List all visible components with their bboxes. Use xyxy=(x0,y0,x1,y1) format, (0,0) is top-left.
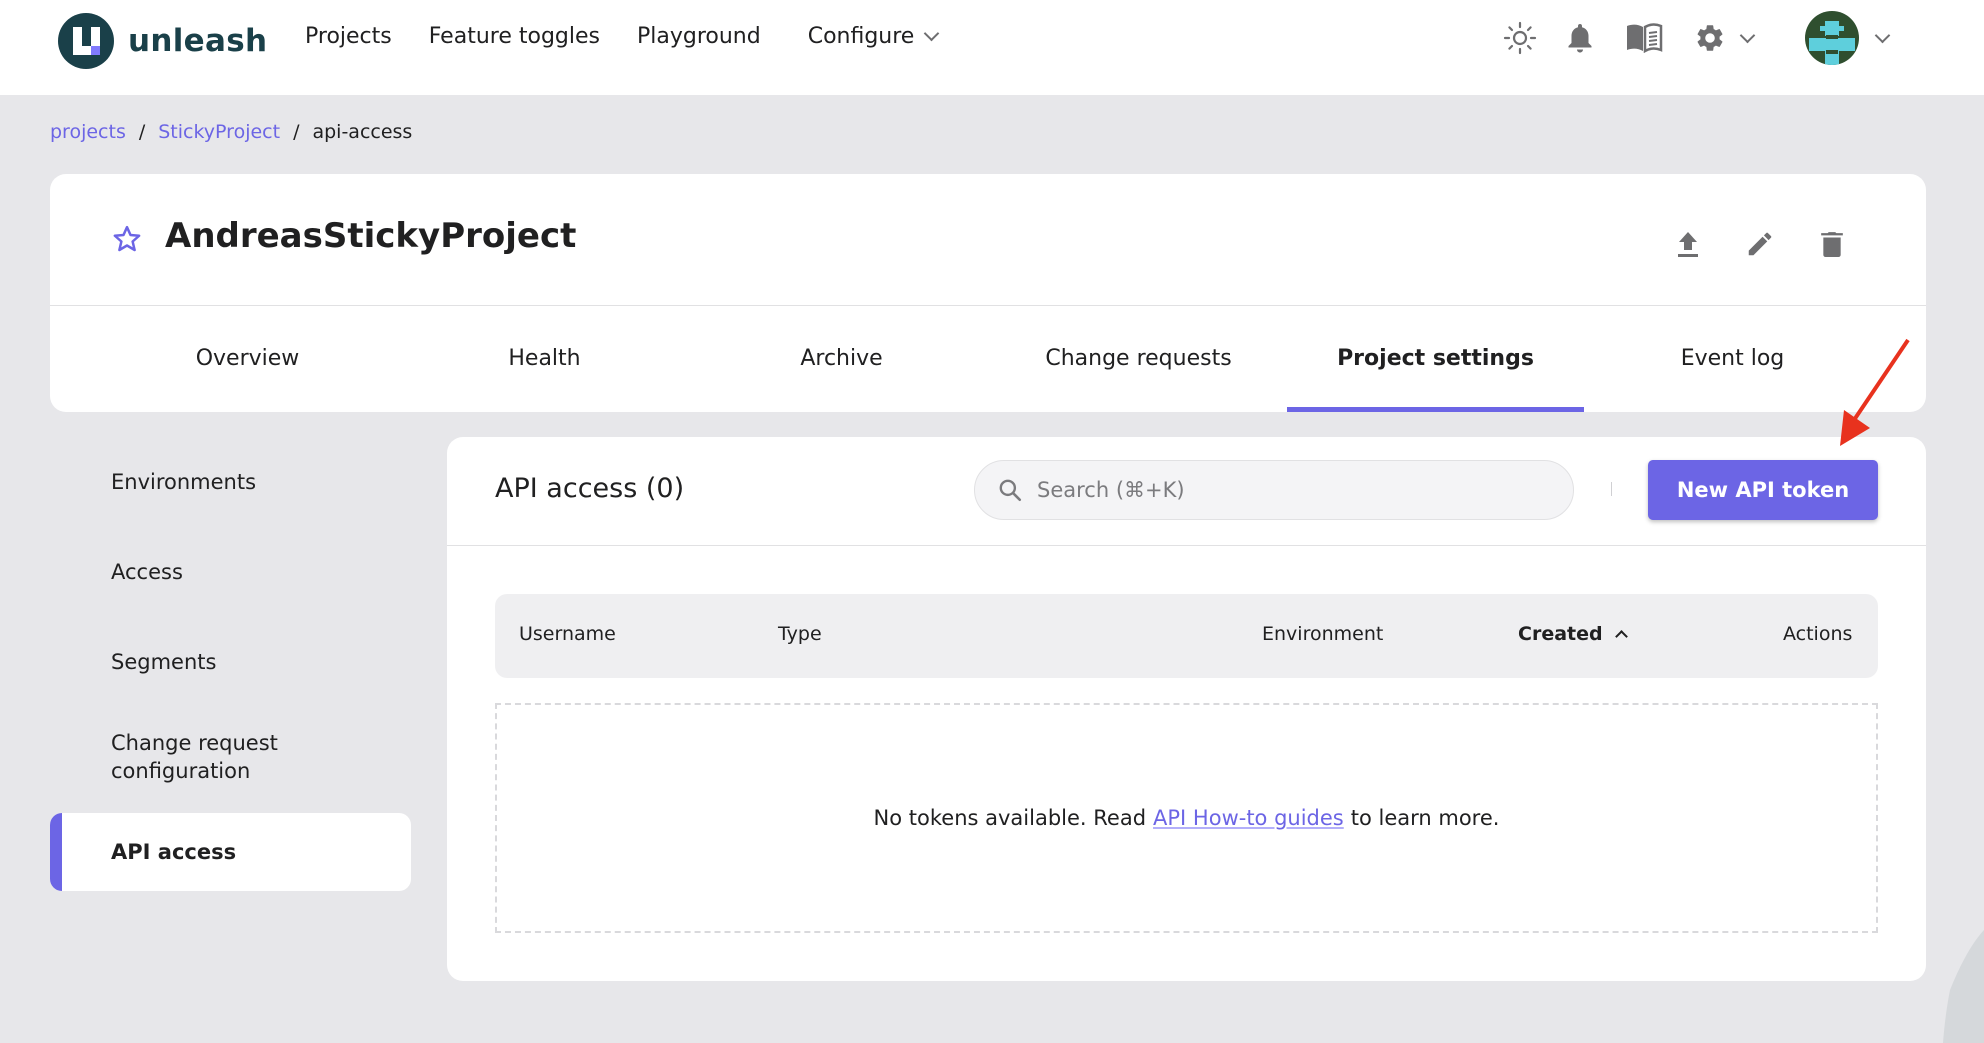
project-actions xyxy=(1638,222,1854,266)
breadcrumb-separator: / xyxy=(293,121,300,143)
nav-configure-label: Configure xyxy=(807,24,915,49)
chevron-down-icon xyxy=(1874,27,1891,43)
sidebar-item-change-request-configuration[interactable]: Change request configuration xyxy=(50,707,350,807)
api-how-to-guides-link[interactable]: API How-to guides xyxy=(1153,806,1344,830)
tab-overview[interactable]: Overview xyxy=(99,306,396,412)
sidebar-item-environments[interactable]: Environments xyxy=(50,437,411,527)
nav-configure[interactable]: Configure xyxy=(807,24,940,49)
tab-health[interactable]: Health xyxy=(396,306,693,412)
breadcrumb: projects / StickyProject / api-access xyxy=(50,121,412,143)
nav-playground[interactable]: Playground xyxy=(637,24,761,49)
unleash-logo[interactable]: unleash xyxy=(58,13,267,69)
header-actions xyxy=(1500,11,1891,65)
column-username[interactable]: Username xyxy=(519,623,616,645)
nav-feature-toggles[interactable]: Feature toggles xyxy=(429,24,600,49)
sort-ascending-icon xyxy=(1614,630,1628,643)
project-header-card: AndreasStickyProject Overview Health Arc… xyxy=(50,174,1926,412)
breadcrumb-separator: / xyxy=(138,121,146,143)
panel-header: API access (0) New API token xyxy=(447,437,1926,546)
search-box[interactable] xyxy=(974,460,1574,520)
breadcrumb-current: api-access xyxy=(312,121,413,143)
settings-sidebar: Environments Access Segments Change requ… xyxy=(50,437,411,891)
breadcrumb-project[interactable]: StickyProject xyxy=(158,121,280,143)
api-access-panel: API access (0) New API token Username Ty… xyxy=(447,437,1926,981)
sidebar-item-api-access[interactable]: API access xyxy=(50,813,411,891)
panel-title: API access (0) xyxy=(495,473,685,504)
sidebar-item-segments[interactable]: Segments xyxy=(50,617,411,707)
column-environment[interactable]: Environment xyxy=(1262,623,1383,645)
chevron-down-icon xyxy=(1739,27,1756,43)
divider xyxy=(1611,482,1612,496)
logo-icon xyxy=(58,13,114,69)
project-tabs: Overview Health Archive Change requests … xyxy=(50,306,1926,412)
empty-state: No tokens available. Read API How-to gui… xyxy=(495,703,1878,933)
project-header: AndreasStickyProject xyxy=(50,174,1926,306)
top-navigation-bar: unleash Projects Feature toggles Playgro… xyxy=(0,0,1984,95)
notifications-bell-icon[interactable] xyxy=(1560,18,1600,58)
logo-text: unleash xyxy=(128,23,268,59)
delete-icon[interactable] xyxy=(1810,222,1854,266)
user-menu[interactable] xyxy=(1805,11,1891,65)
chevron-down-icon xyxy=(924,25,940,42)
sidebar-item-access[interactable]: Access xyxy=(50,527,411,617)
project-title: AndreasStickyProject xyxy=(165,216,577,256)
breadcrumb-projects[interactable]: projects xyxy=(50,121,126,143)
settings-menu[interactable] xyxy=(1694,18,1756,58)
settings-gear-icon xyxy=(1697,25,1723,51)
export-icon[interactable] xyxy=(1666,222,1710,266)
documentation-book-icon[interactable] xyxy=(1624,18,1664,58)
search-icon xyxy=(999,479,1022,502)
edit-icon[interactable] xyxy=(1738,222,1782,266)
user-avatar xyxy=(1805,11,1859,65)
tab-project-settings[interactable]: Project settings xyxy=(1287,306,1584,412)
table-header: Username Type Environment Created Action… xyxy=(495,594,1878,678)
theme-toggle-sun-icon[interactable] xyxy=(1500,18,1540,58)
column-type[interactable]: Type xyxy=(778,623,822,645)
annotation-arrow-icon xyxy=(1840,338,1910,446)
favorite-star-icon[interactable] xyxy=(112,224,142,258)
empty-text-before: No tokens available. Read xyxy=(873,806,1147,830)
decorative-graphic xyxy=(1943,930,1984,1043)
column-created[interactable]: Created xyxy=(1518,623,1628,645)
tab-change-requests[interactable]: Change requests xyxy=(990,306,1287,412)
empty-text-after: to learn more. xyxy=(1350,806,1500,830)
main-nav: Projects Feature toggles Playground Conf… xyxy=(305,24,974,49)
tab-archive[interactable]: Archive xyxy=(693,306,990,412)
new-api-token-button[interactable]: New API token xyxy=(1648,460,1878,520)
column-actions: Actions xyxy=(1783,623,1853,645)
search-input[interactable] xyxy=(1037,478,1537,502)
nav-projects[interactable]: Projects xyxy=(305,24,392,49)
column-created-label: Created xyxy=(1518,623,1603,645)
